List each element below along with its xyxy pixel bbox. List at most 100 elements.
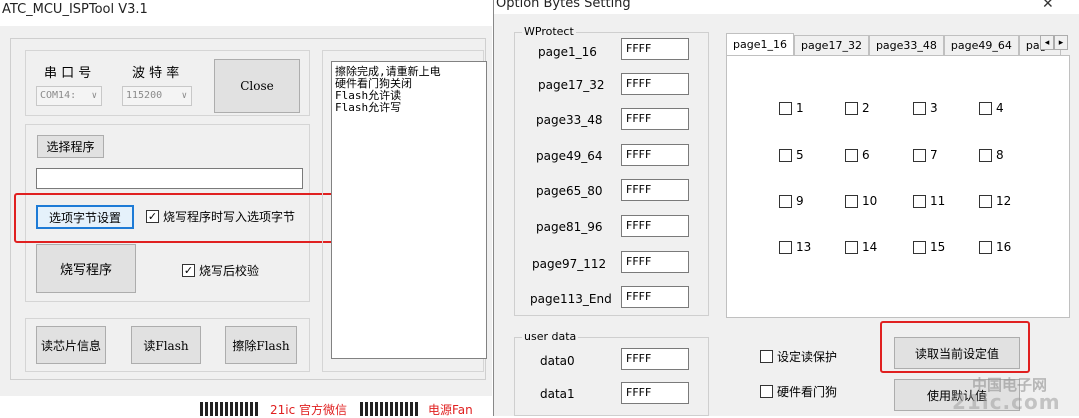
page-checkbox[interactable]: 13 (779, 240, 811, 254)
close-icon[interactable]: ✕ (1042, 0, 1054, 12)
verify-label: 烧写后校验 (199, 264, 260, 278)
page-checkbox[interactable]: 11 (913, 194, 945, 208)
footer-text-wechat: 21ic 官方微信 (270, 403, 348, 417)
checkbox-icon (913, 240, 926, 254)
page-label: page17_32 (538, 78, 605, 92)
checkbox-label: 10 (862, 194, 878, 208)
page-checkbox[interactable]: 14 (845, 240, 877, 254)
page-checkbox[interactable]: 3 (913, 101, 938, 115)
tab-scroll-left-button[interactable]: ◂ (1040, 35, 1054, 50)
read-protect-checkbox[interactable]: 设定读保护 (760, 348, 837, 365)
tab-page17-32[interactable]: page17_32 (793, 35, 869, 55)
checkmark-icon: ✓ (182, 264, 195, 277)
checkbox-icon (779, 194, 792, 208)
checkbox-icon (845, 148, 858, 162)
isp-tool-window: ATC_MCU_ISPTool V3.1 串 口 号 波 特 率 COM14: … (0, 0, 492, 417)
select-program-button[interactable]: 选择程序 (37, 135, 104, 158)
checkbox-label: 15 (930, 240, 946, 254)
site-logo-watermark: 中国电子网 21ic.com (926, 374, 1079, 416)
port-select[interactable]: COM14: ∨ (36, 86, 102, 106)
ob-title-bar: Option Bytes Setting (494, 0, 1079, 14)
port-label: 串 口 号 (44, 66, 92, 81)
page-checkbox[interactable]: 8 (979, 148, 1004, 162)
erase-flash-button[interactable]: 擦除Flash (225, 326, 297, 364)
checkbox-label: 3 (930, 101, 938, 115)
select-program-label: 选择程序 (46, 140, 95, 154)
page-checkbox[interactable]: 15 (913, 240, 945, 254)
hardware-watchdog-checkbox[interactable]: 硬件看门狗 (760, 383, 837, 400)
option-bytes-window: Option Bytes Setting ✕ WProtect page1_16… (493, 0, 1079, 416)
tab-page49-64[interactable]: page49_64 (943, 35, 1019, 55)
page-checkbox[interactable]: 16 (979, 240, 1011, 254)
close-button[interactable]: Close (214, 59, 300, 113)
tab-page33-48[interactable]: page33_48 (868, 35, 944, 55)
checkbox-icon (845, 240, 858, 254)
qr-code-icon (200, 402, 260, 416)
data-value-input[interactable]: FFFF (621, 382, 689, 404)
checkbox-label: 12 (996, 194, 1012, 208)
checkbox-label: 1 (796, 101, 804, 115)
page-checkbox[interactable]: 5 (779, 148, 804, 162)
chevron-down-icon: ∨ (91, 91, 97, 101)
read-protect-label: 设定读保护 (777, 350, 838, 364)
page-checkbox[interactable]: 2 (845, 101, 870, 115)
page-value-input[interactable]: FFFF (621, 215, 689, 237)
page-label: page65_80 (536, 184, 603, 198)
chevron-left-icon: ◂ (1044, 37, 1050, 48)
page-value-input[interactable]: FFFF (621, 73, 689, 95)
port-select-value: COM14: (40, 90, 77, 101)
tab-scroll-right-button[interactable]: ▸ (1054, 35, 1068, 50)
checkbox-icon (760, 350, 773, 363)
ob-window-title: Option Bytes Setting (496, 0, 631, 11)
checkbox-icon (779, 101, 792, 115)
program-button[interactable]: 烧写程序 (36, 244, 136, 293)
page-label: page1_16 (538, 45, 597, 59)
checkbox-label: 4 (996, 101, 1004, 115)
data-value-input[interactable]: FFFF (621, 348, 689, 370)
page-value-input[interactable]: FFFF (621, 108, 689, 130)
page-checkbox[interactable]: 1 (779, 101, 804, 115)
page-checkbox[interactable]: 6 (845, 148, 870, 162)
user-data-label: user data (522, 330, 579, 343)
page-checkbox[interactable]: 7 (913, 148, 938, 162)
checkbox-label: 16 (996, 240, 1012, 254)
watermark-sub-text: 21ic.com (952, 390, 1061, 414)
log-output[interactable]: 擦除完成,请重新上电 硬件看门狗关闭 Flash允许读 Flash允许写 (331, 61, 487, 359)
baud-select[interactable]: 115200 ∨ (122, 86, 192, 106)
page-checkbox[interactable]: 4 (979, 101, 1004, 115)
checkbox-icon (979, 240, 992, 254)
read-flash-label: 读Flash (143, 338, 189, 353)
page-tab-strip: page1_16 page17_32 page33_48 page49_64 p… (726, 33, 1061, 55)
footer-text-fan: 电源Fan (428, 403, 473, 417)
page-checkbox[interactable]: 12 (979, 194, 1011, 208)
page-value-input[interactable]: FFFF (621, 179, 689, 201)
page-value-input[interactable]: FFFF (621, 144, 689, 166)
page-value-input[interactable]: FFFF (621, 251, 689, 273)
highlight-box-read-current (880, 321, 1030, 373)
checkbox-label: 9 (796, 194, 804, 208)
read-chip-info-button[interactable]: 读芯片信息 (36, 326, 106, 364)
checkbox-icon (845, 194, 858, 208)
erase-flash-label: 擦除Flash (232, 338, 290, 353)
page-value-input[interactable]: FFFF (621, 286, 689, 308)
page-label: page81_96 (536, 220, 603, 234)
chevron-right-icon: ▸ (1058, 37, 1064, 48)
checkbox-icon (979, 194, 992, 208)
highlight-box-option-bytes (14, 193, 346, 243)
wprotect-label: WProtect (522, 25, 576, 38)
read-flash-button[interactable]: 读Flash (131, 326, 201, 364)
tab-page1-16[interactable]: page1_16 (726, 33, 794, 55)
page-value-input[interactable]: FFFF (621, 38, 689, 60)
hardware-watchdog-label: 硬件看门狗 (777, 385, 838, 399)
baud-select-value: 115200 (126, 90, 163, 101)
checkbox-icon (979, 148, 992, 162)
page-checkbox[interactable]: 10 (845, 194, 877, 208)
program-path-input[interactable] (36, 168, 303, 189)
verify-after-program-checkbox[interactable]: ✓ 烧写后校验 (182, 262, 259, 279)
checkbox-label: 13 (796, 240, 812, 254)
checkbox-icon (779, 240, 792, 254)
data-label: data0 (540, 354, 575, 368)
read-chip-info-label: 读芯片信息 (40, 338, 101, 353)
page-label: page97_112 (532, 257, 607, 271)
page-checkbox[interactable]: 9 (779, 194, 804, 208)
